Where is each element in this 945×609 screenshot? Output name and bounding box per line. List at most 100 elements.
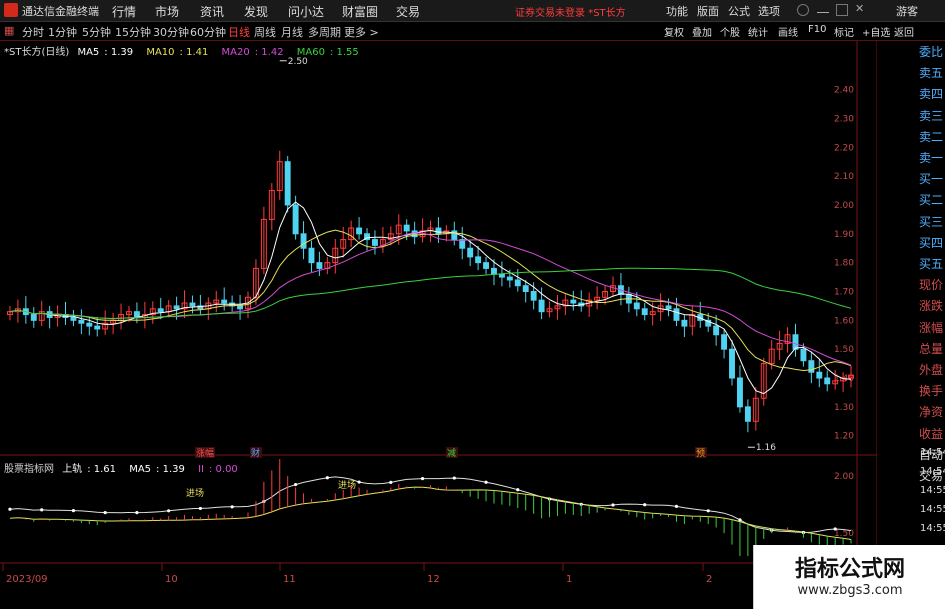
period-daily[interactable]: 日线 <box>228 24 250 40</box>
y-tick-label: 1.70 <box>834 287 854 297</box>
sub-dot <box>135 511 139 515</box>
candle-body <box>30 314 37 321</box>
period-monthly[interactable]: 月线 <box>281 24 303 40</box>
quote-label: 现价 <box>919 278 944 293</box>
period-more[interactable]: 更多 > <box>344 24 379 40</box>
y-tick-label: 2.10 <box>834 172 854 182</box>
x-tick-label: 12 <box>427 574 440 585</box>
candle-body <box>189 302 196 307</box>
menu-ask[interactable]: 问小达 <box>288 3 324 20</box>
period-1min[interactable]: 1分钟 <box>48 24 77 40</box>
close-icon[interactable]: ✕ <box>855 3 867 15</box>
menu-options[interactable]: 选项 <box>758 3 780 19</box>
stock-button[interactable]: 个股 <box>720 24 740 39</box>
candle-body <box>538 299 545 313</box>
trade-time: 14:55 <box>920 504 945 515</box>
quote-label: 买一 <box>919 172 944 187</box>
sub-dot <box>230 505 234 509</box>
menu-market[interactable]: 市场 <box>155 3 179 20</box>
menu-function[interactable]: 功能 <box>666 3 688 19</box>
menu-news[interactable]: 资讯 <box>200 3 224 20</box>
period-60min[interactable]: 60分钟 <box>190 24 226 40</box>
sub-dot <box>325 476 329 480</box>
quote-label: 买三 <box>919 214 944 229</box>
candle-body <box>173 305 180 310</box>
login-status[interactable]: 证券交易未登录 *ST长方 <box>515 4 626 19</box>
sub-dot <box>643 503 647 507</box>
back-button[interactable]: 返回 <box>894 24 914 39</box>
app-logo-icon <box>4 3 18 17</box>
trade-time: 14:54 <box>920 466 945 477</box>
sub-dot <box>71 509 76 513</box>
candle-body <box>157 308 164 313</box>
legend-ma60: MA60: 1.55 <box>296 47 359 58</box>
sub-legend-upper: 上轨: 1.61 <box>62 464 117 475</box>
quote-label: 卖一 <box>919 151 944 165</box>
kline-chart[interactable]: 2.40 2.30 2.20 2.10 2.00 1.90 1.80 1.70 1.60 1.50… <box>0 41 877 585</box>
sub-dot <box>484 480 488 484</box>
quote-label: 换手 <box>919 384 944 399</box>
quote-panel: 委比 卖五 卖四 卖三 卖二 卖一 买一 买二 买三 买四 买五 现价 涨跌 涨幅 总量 外盘 换手 净资 收益 自动… <box>918 41 945 491</box>
candle-body <box>237 305 244 310</box>
quote-label: 总量 <box>919 341 944 356</box>
menu-discover[interactable]: 发现 <box>244 3 268 20</box>
add-watchlist-button[interactable]: +自选 <box>862 24 890 39</box>
menu-trade[interactable]: 交易 <box>396 3 420 20</box>
overlay-button[interactable]: 叠加 <box>692 24 712 39</box>
y-tick-label: 2.00 <box>834 201 854 211</box>
sub-dot <box>516 488 520 492</box>
quote-label: 委比 <box>919 45 944 59</box>
menu-market-quotes[interactable]: 行情 <box>112 3 136 20</box>
candle-body <box>522 285 529 292</box>
candle-body <box>284 161 291 206</box>
quote-label: 卖二 <box>919 129 944 144</box>
sub-dot <box>389 480 393 484</box>
draw-line-button[interactable]: 画线 <box>778 24 798 39</box>
login-status-text: 证券交易未登录 <box>515 8 585 19</box>
y-tick-label: 1.50 <box>834 345 854 355</box>
candle-body <box>824 377 831 385</box>
trade-time: 14:55 <box>920 523 945 534</box>
menu-layout[interactable]: 版面 <box>697 3 719 19</box>
stats-button[interactable]: 统计 <box>748 24 768 39</box>
candle-body <box>506 276 513 281</box>
entry-label: 进场 <box>338 480 356 491</box>
quote-label: 卖三 <box>919 108 944 123</box>
candle-body <box>729 348 735 379</box>
candle-body <box>641 308 648 316</box>
legend-ma5: MA5: 1.39 <box>77 47 134 58</box>
y-tick-label: 2.40 <box>834 86 854 96</box>
y-tick-label: 1.20 <box>834 432 854 442</box>
period-15min[interactable]: 15分钟 <box>115 24 151 40</box>
candle-body <box>792 334 799 350</box>
hint-icon[interactable] <box>797 4 809 16</box>
minimize-icon[interactable] <box>817 4 829 13</box>
candle-body <box>530 290 537 301</box>
y-tick-label: 2.30 <box>834 114 854 124</box>
period-5min[interactable]: 5分钟 <box>82 24 111 40</box>
x-tick-label: 2 <box>706 574 712 585</box>
sub-upper-line <box>9 476 852 534</box>
sub-dot <box>103 511 107 515</box>
period-intraday[interactable]: 分时 <box>22 24 44 40</box>
grid-icon[interactable]: ▦ <box>4 24 14 37</box>
guest-button[interactable]: 游客 <box>896 3 918 19</box>
y-tick-label: 2.20 <box>834 143 854 153</box>
period-weekly[interactable]: 周线 <box>254 24 276 40</box>
quote-label: 涨幅 <box>919 320 944 335</box>
adjust-button[interactable]: 复权 <box>664 24 684 39</box>
maximize-icon[interactable] <box>836 4 848 16</box>
sub-dot <box>611 503 615 507</box>
candle-body <box>681 319 688 327</box>
period-30min[interactable]: 30分钟 <box>153 24 189 40</box>
y-tick-label: 1.90 <box>834 230 854 240</box>
menu-formula[interactable]: 公式 <box>728 3 750 19</box>
f10-button[interactable]: F10 <box>808 24 826 35</box>
quote-label: 涨跌 <box>919 299 944 314</box>
period-multi[interactable]: 多周期 <box>308 24 341 40</box>
menu-wealth-circle[interactable]: 财富圈 <box>342 3 378 20</box>
quote-label: 净资 <box>919 405 944 420</box>
mark-button[interactable]: 标记 <box>834 24 854 39</box>
event-marker: 涨幅 <box>196 447 214 459</box>
candle-body <box>403 224 410 232</box>
